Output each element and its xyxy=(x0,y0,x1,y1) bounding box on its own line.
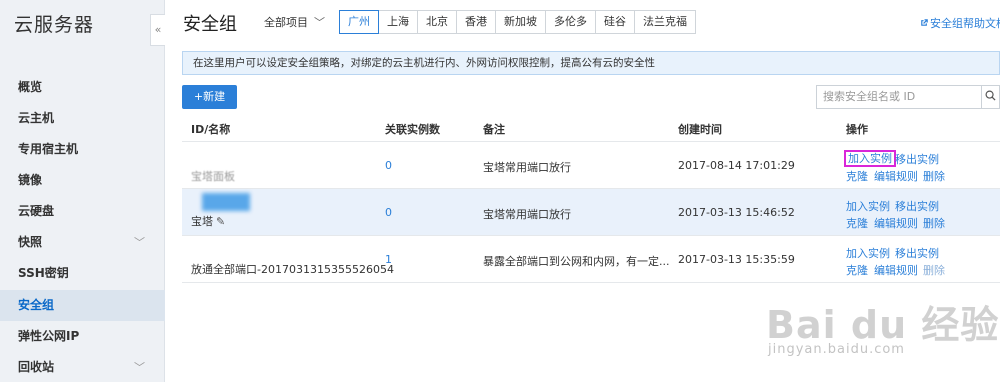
row-instance-count[interactable]: 0 xyxy=(385,206,392,219)
sidebar-item-label: 镜像 xyxy=(18,173,43,187)
row-created-time: 2017-03-13 15:46:52 xyxy=(678,206,795,219)
column-header-created-time: 创建时间 xyxy=(678,123,722,136)
add-instance-button[interactable]: 加入实例 xyxy=(844,150,896,167)
sidebar-item-cloud-disk[interactable]: 云硬盘 xyxy=(0,196,165,227)
column-header-remark: 备注 xyxy=(483,123,505,136)
sidebar-item-label: 快照 xyxy=(18,235,43,249)
help-doc-link[interactable]: 安全组帮助文档 xyxy=(920,15,1000,31)
sidebar-item-label: 回收站 xyxy=(18,360,55,374)
edit-rules-button[interactable]: 编辑规则 xyxy=(874,262,918,278)
sidebar-item-recycle-bin[interactable]: 回收站 ﹀ xyxy=(0,352,165,382)
link-icon xyxy=(920,17,930,30)
column-header-id-name: ID/名称 xyxy=(191,123,231,136)
region-tab-hongkong[interactable]: 香港 xyxy=(456,10,496,34)
row-created-time: 2017-08-14 17:01:29 xyxy=(678,159,795,172)
sidebar-item-label: 概览 xyxy=(18,80,43,94)
page-title: 安全组 xyxy=(183,14,237,35)
region-tab-guangzhou[interactable]: 广州 xyxy=(339,10,379,34)
clone-button[interactable]: 克隆 xyxy=(846,168,868,184)
row-remark: 宝塔常用端口放行 xyxy=(483,161,571,174)
delete-button[interactable]: 删除 xyxy=(923,168,945,184)
row-name[interactable]: 宝塔面板 xyxy=(191,168,235,184)
sidebar-item-label: SSH密钥 xyxy=(18,266,69,280)
table-row: 放通全部端口-2017031315355526054 1 暴露全部端口到公网和内… xyxy=(182,236,1000,283)
row-instance-count[interactable]: 1 xyxy=(385,253,392,266)
column-header-instance-count: 关联实例数 xyxy=(385,123,440,136)
sidebar-item-eip[interactable]: 弹性公网IP xyxy=(0,321,165,352)
edit-rules-button[interactable]: 编辑规则 xyxy=(874,215,918,231)
delete-button[interactable]: 删除 xyxy=(923,215,945,231)
sidebar-item-ssh-key[interactable]: SSH密钥 xyxy=(0,258,165,289)
pencil-icon[interactable]: ✎ xyxy=(216,215,225,228)
info-banner: 在这里用户可以设定安全组策略，对绑定的云主机进行内、外网访问权限控制，提高公有云… xyxy=(182,51,1000,75)
sidebar-item-security-group[interactable]: 安全组 xyxy=(0,290,165,321)
add-instance-label: 加入实例 xyxy=(844,150,896,167)
table-row: 宝塔面板 0 宝塔常用端口放行 2017-08-14 17:01:29 加入实例… xyxy=(182,142,1000,189)
new-security-group-button[interactable]: +新建 xyxy=(182,85,237,109)
region-tab-silicon-valley[interactable]: 硅谷 xyxy=(595,10,635,34)
edit-rules-button[interactable]: 编辑规则 xyxy=(874,168,918,184)
region-tab-shanghai[interactable]: 上海 xyxy=(378,10,418,34)
table-row: 宝塔 ✎ 0 宝塔常用端口放行 2017-03-13 15:46:52 加入实例 … xyxy=(182,189,1000,236)
clone-button[interactable]: 克隆 xyxy=(846,262,868,278)
sidebar-item-label: 云硬盘 xyxy=(18,204,55,218)
sidebar: 云服务器 « 概览 云主机 专用宿主机 镜像 云硬盘 快照 ﹀ SSH密钥 安全组… xyxy=(0,0,165,382)
security-group-table: ID/名称 关联实例数 备注 创建时间 操作 宝塔面板 0 宝塔常用端口放行 2… xyxy=(182,117,1000,283)
remove-instance-button[interactable]: 移出实例 xyxy=(895,245,939,261)
row-instance-count[interactable]: 0 xyxy=(385,159,392,172)
region-tabs: 广州 上海 北京 香港 新加坡 多伦多 硅谷 法兰克福 xyxy=(339,10,696,34)
sidebar-item-label: 弹性公网IP xyxy=(18,329,80,343)
sidebar-title: 云服务器 xyxy=(14,14,95,36)
row-remark: 宝塔常用端口放行 xyxy=(483,208,571,221)
search-icon[interactable] xyxy=(982,85,1000,109)
add-instance-button[interactable]: 加入实例 xyxy=(846,198,890,214)
project-select[interactable]: 全部项目 ﹀ xyxy=(264,14,325,30)
sidebar-item-label: 专用宿主机 xyxy=(18,142,79,156)
sidebar-item-cvm[interactable]: 云主机 xyxy=(0,103,165,134)
baidu-jingyan-watermark-logo: Bai du 经验 xyxy=(766,303,1000,347)
search-input[interactable]: 搜索安全组名或 ID xyxy=(816,85,982,109)
row-remark: 暴露全部端口到公网和内网，有一定... xyxy=(483,255,670,268)
chevron-down-icon: ﹀ xyxy=(134,361,145,374)
redacted-id xyxy=(202,193,250,211)
row-name-label: 宝塔 xyxy=(191,215,213,228)
chevron-down-icon: ﹀ xyxy=(314,16,325,29)
sidebar-item-dedicated-host[interactable]: 专用宿主机 xyxy=(0,134,165,165)
delete-button[interactable]: 删除 xyxy=(923,262,945,278)
region-tab-singapore[interactable]: 新加坡 xyxy=(495,10,546,34)
table-header: ID/名称 关联实例数 备注 创建时间 操作 xyxy=(182,117,1000,142)
clone-button[interactable]: 克隆 xyxy=(846,215,868,231)
chevron-down-icon: ﹀ xyxy=(134,236,145,249)
column-header-actions: 操作 xyxy=(846,123,868,136)
sidebar-item-label: 安全组 xyxy=(18,298,55,312)
remove-instance-button[interactable]: 移出实例 xyxy=(895,151,939,167)
collapse-sidebar-button[interactable]: « xyxy=(150,14,165,46)
sidebar-item-images[interactable]: 镜像 xyxy=(0,165,165,196)
watermark-url: jingyan.baidu.com xyxy=(768,342,905,357)
sidebar-item-overview[interactable]: 概览 xyxy=(0,72,165,103)
remove-instance-button[interactable]: 移出实例 xyxy=(895,198,939,214)
region-tab-toronto[interactable]: 多伦多 xyxy=(545,10,596,34)
add-instance-button[interactable]: 加入实例 xyxy=(846,245,890,261)
sidebar-item-snapshot[interactable]: 快照 ﹀ xyxy=(0,227,165,258)
sidebar-item-label: 云主机 xyxy=(18,111,55,125)
help-doc-label: 安全组帮助文档 xyxy=(930,17,1000,30)
row-created-time: 2017-03-13 15:35:59 xyxy=(678,253,795,266)
region-tab-beijing[interactable]: 北京 xyxy=(417,10,457,34)
project-select-value: 全部项目 xyxy=(264,16,308,29)
region-tab-frankfurt[interactable]: 法兰克福 xyxy=(634,10,696,34)
row-name[interactable]: 宝塔 ✎ xyxy=(191,213,225,229)
row-name[interactable]: 放通全部端口-2017031315355526054 xyxy=(191,261,394,277)
